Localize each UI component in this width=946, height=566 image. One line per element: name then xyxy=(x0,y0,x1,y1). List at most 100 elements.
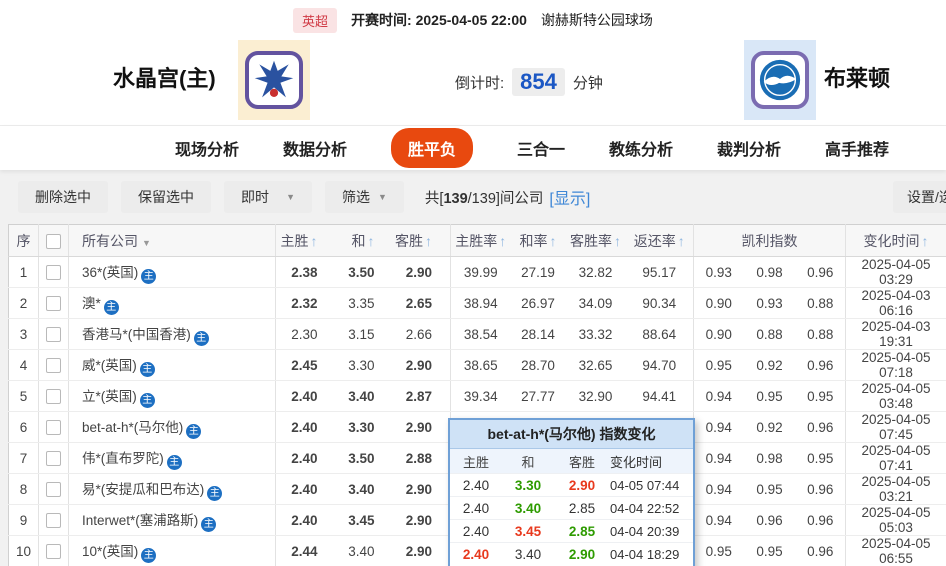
kelly-index-3: 0.96 xyxy=(796,412,846,443)
company-name[interactable]: 立*(英国)主 xyxy=(69,381,276,412)
company-name[interactable]: 36*(英国)主 xyxy=(69,257,276,288)
home-odds: 2.40 xyxy=(276,381,336,412)
col-away-rate[interactable]: 客胜率↑ xyxy=(566,225,626,257)
row-checkbox[interactable] xyxy=(46,544,61,559)
row-checkbox-cell xyxy=(39,443,69,474)
col-kelly: 凯利指数 xyxy=(694,225,846,257)
filter-dropdown[interactable]: 筛选 ▼ xyxy=(325,181,404,213)
draw-odds: 3.30 xyxy=(336,412,393,443)
row-checkbox-cell xyxy=(39,505,69,536)
row-checkbox[interactable] xyxy=(46,451,61,466)
venue-name: 谢赫斯特公园球场 xyxy=(541,10,653,30)
row-checkbox-cell xyxy=(39,288,69,319)
col-home-odds[interactable]: 主胜↑ xyxy=(276,225,336,257)
kelly-index-3: 0.88 xyxy=(796,319,846,350)
col-draw-odds[interactable]: 和↑ xyxy=(336,225,393,257)
popup-away-odds: 2.90 xyxy=(554,547,610,562)
col-change-time[interactable]: 变化时间↑ xyxy=(846,225,946,257)
kelly-index-3: 0.95 xyxy=(796,443,846,474)
kelly-index-3: 0.96 xyxy=(796,257,846,288)
company-name[interactable]: 10*(英国)主 xyxy=(69,536,276,566)
kelly-index-2: 0.93 xyxy=(744,288,796,319)
col-draw-rate[interactable]: 和率↑ xyxy=(511,225,566,257)
countdown-value: 854 xyxy=(512,68,565,96)
change-time: 2025-04-05 03:29 xyxy=(846,257,946,288)
kelly-index-3: 0.88 xyxy=(796,288,846,319)
kelly-index-2: 0.92 xyxy=(744,350,796,381)
popup-change-time: 04-04 20:39 xyxy=(610,524,693,539)
company-name[interactable]: 伟*(直布罗陀)主 xyxy=(69,443,276,474)
change-time: 2025-04-05 06:55 xyxy=(846,536,946,566)
row-checkbox[interactable] xyxy=(46,482,61,497)
kelly-index-2: 0.88 xyxy=(744,319,796,350)
company-name[interactable]: Interwet*(塞浦路斯)主 xyxy=(69,505,276,536)
kelly-index-2: 0.96 xyxy=(744,505,796,536)
row-number: 1 xyxy=(9,257,39,288)
col-home-rate[interactable]: 主胜率↑ xyxy=(451,225,511,257)
popup-change-time: 04-04 18:29 xyxy=(610,547,693,562)
return-rate: 90.34 xyxy=(626,288,694,319)
host-badge-icon: 主 xyxy=(167,455,182,470)
company-name[interactable]: 香港马*(中国香港)主 xyxy=(69,319,276,350)
kelly-index-2: 0.95 xyxy=(744,474,796,505)
row-number: 5 xyxy=(9,381,39,412)
col-company[interactable]: 所有公司▼ xyxy=(69,225,276,257)
settings-button[interactable]: 设置/选 xyxy=(893,181,946,213)
draw-odds: 3.50 xyxy=(336,443,393,474)
company-name[interactable]: 易*(安提瓜和巴布达)主 xyxy=(69,474,276,505)
company-name[interactable]: 威*(英国)主 xyxy=(69,350,276,381)
host-badge-icon: 主 xyxy=(140,393,155,408)
row-checkbox[interactable] xyxy=(46,327,61,342)
delete-selected-button[interactable]: 删除选中 xyxy=(18,181,108,213)
home-odds: 2.44 xyxy=(276,536,336,566)
away-odds: 2.90 xyxy=(393,412,451,443)
host-badge-icon: 主 xyxy=(186,424,201,439)
popup-draw-odds: 3.30 xyxy=(502,478,554,493)
row-number: 3 xyxy=(9,319,39,350)
nav-tab-1[interactable]: 现场分析 xyxy=(175,136,239,160)
nav-tab-5[interactable]: 教练分析 xyxy=(609,136,673,160)
host-badge-icon: 主 xyxy=(140,362,155,377)
row-checkbox[interactable] xyxy=(46,265,61,280)
kelly-index-3: 0.95 xyxy=(796,381,846,412)
row-checkbox[interactable] xyxy=(46,296,61,311)
home-odds: 2.38 xyxy=(276,257,336,288)
kelly-index-1: 0.90 xyxy=(694,288,744,319)
home-odds: 2.40 xyxy=(276,505,336,536)
row-checkbox[interactable] xyxy=(46,420,61,435)
row-number: 10 xyxy=(9,536,39,566)
kelly-index-1: 0.93 xyxy=(694,257,744,288)
col-away-odds[interactable]: 客胜↑ xyxy=(393,225,451,257)
home-rate: 38.65 xyxy=(451,350,511,381)
row-number: 8 xyxy=(9,474,39,505)
select-all-checkbox[interactable] xyxy=(46,234,61,249)
col-return-rate[interactable]: 返还率↑ xyxy=(626,225,694,257)
home-odds: 2.40 xyxy=(276,412,336,443)
row-checkbox[interactable] xyxy=(46,389,61,404)
league-badge[interactable]: 英超 xyxy=(293,8,337,33)
company-name[interactable]: 澳*主 xyxy=(69,288,276,319)
change-time: 2025-04-05 07:45 xyxy=(846,412,946,443)
sort-up-icon: ↑ xyxy=(614,233,621,249)
nav-tab-2[interactable]: 数据分析 xyxy=(283,136,347,160)
instant-dropdown[interactable]: 即时 ▼ xyxy=(224,181,312,213)
row-checkbox[interactable] xyxy=(46,513,61,528)
nav-tab-6[interactable]: 裁判分析 xyxy=(717,136,781,160)
home-odds: 2.45 xyxy=(276,350,336,381)
away-odds: 2.65 xyxy=(393,288,451,319)
row-number: 6 xyxy=(9,412,39,443)
change-time: 2025-04-03 06:16 xyxy=(846,288,946,319)
sort-up-icon: ↑ xyxy=(499,233,506,249)
keep-selected-button[interactable]: 保留选中 xyxy=(121,181,211,213)
nav-tab-3[interactable]: 胜平负 xyxy=(391,128,473,168)
away-odds: 2.66 xyxy=(393,319,451,350)
row-checkbox[interactable] xyxy=(46,358,61,373)
away-odds: 2.90 xyxy=(393,257,451,288)
nav-tab-7[interactable]: 高手推荐 xyxy=(825,136,889,160)
away-rate: 32.90 xyxy=(566,381,626,412)
show-link[interactable]: [显示] xyxy=(549,185,590,209)
brighton-seagull-icon xyxy=(751,51,809,109)
nav-tab-4[interactable]: 三合一 xyxy=(517,136,565,160)
company-name[interactable]: bet-at-h*(马尔他)主 xyxy=(69,412,276,443)
kelly-index-3: 0.96 xyxy=(796,350,846,381)
